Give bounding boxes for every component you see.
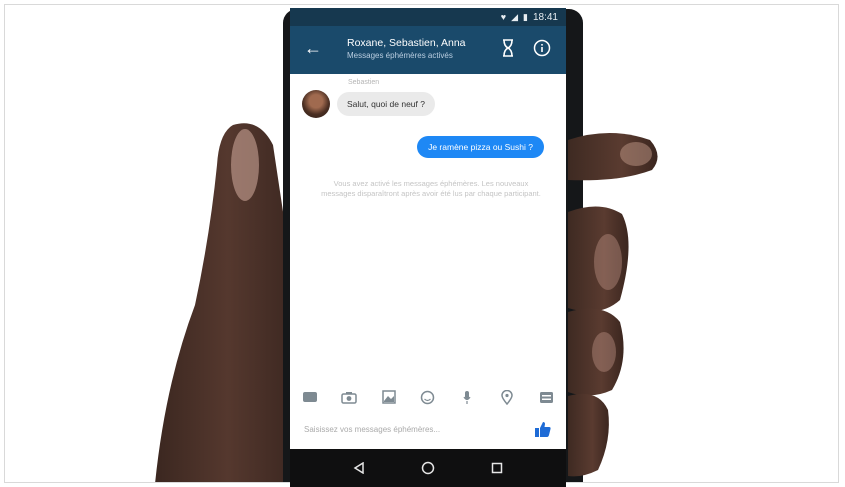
gif-icon[interactable]	[302, 389, 318, 405]
microphone-icon[interactable]	[459, 389, 475, 405]
back-triangle-icon[interactable]	[352, 461, 366, 475]
composer	[290, 416, 566, 442]
info-icon[interactable]	[533, 39, 551, 57]
app-bar: ← Roxane, Sebastien, Anna Messages éphém…	[290, 26, 566, 74]
camera-icon[interactable]	[341, 389, 357, 405]
signal-icon: ◢	[511, 11, 519, 22]
system-message: Vous avez activé les messages éphémères.…	[321, 179, 541, 198]
incoming-message[interactable]: Salut, quoi de neuf ?	[337, 92, 435, 116]
android-nav-bar	[290, 449, 566, 487]
home-circle-icon[interactable]	[421, 461, 435, 475]
recent-square-icon[interactable]	[490, 461, 504, 475]
back-arrow-icon[interactable]: ←	[304, 39, 322, 57]
phone-screen: ♥ ◢ ▮ 18:41 ← Roxane, Sebastien, Anna Me…	[290, 8, 566, 487]
avatar[interactable]	[302, 90, 330, 118]
emoji-icon[interactable]	[420, 389, 436, 405]
status-time: 18:41	[532, 11, 558, 23]
conversation-header[interactable]: Roxane, Sebastien, Anna Messages éphémèr…	[347, 37, 466, 60]
status-bar: ♥ ◢ ▮ 18:41	[290, 8, 566, 26]
heart-icon: ♥	[500, 11, 507, 22]
more-icon[interactable]	[538, 389, 554, 405]
composer-toolbar	[290, 386, 566, 408]
battery-icon: ▮	[523, 11, 528, 22]
conversation-title: Roxane, Sebastien, Anna	[347, 37, 466, 49]
outgoing-message[interactable]: Je ramène pizza ou Sushi ?	[417, 136, 544, 158]
message-input[interactable]	[304, 420, 524, 438]
location-icon[interactable]	[499, 389, 515, 405]
sender-name: Sebastien	[348, 79, 380, 86]
thumbs-up-icon[interactable]	[534, 420, 552, 438]
hourglass-icon[interactable]	[501, 39, 515, 57]
conversation-subtitle: Messages éphémères activés	[347, 51, 453, 60]
gallery-icon[interactable]	[381, 389, 397, 405]
message-list: Sebastien Salut, quoi de neuf ? Je ramèn…	[290, 74, 566, 374]
